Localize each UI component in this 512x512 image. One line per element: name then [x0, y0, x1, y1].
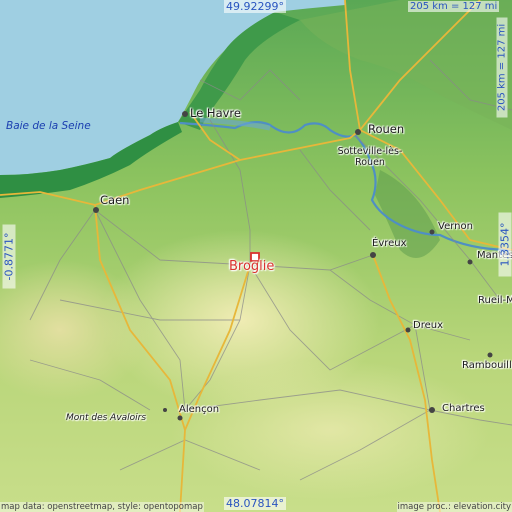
elevation-map[interactable]: Baie de la Seine Le Havre Rouen Sottevil…	[0, 0, 512, 512]
place-dreux[interactable]: Dreux	[413, 320, 443, 331]
sea-label: Baie de la Seine	[6, 120, 91, 132]
highlight-label[interactable]: Broglie	[229, 259, 274, 274]
credit-image-proc: image proc.: elevation.city	[396, 502, 512, 512]
place-mont-des-avaloirs[interactable]: Mont des Avaloirs	[66, 413, 146, 423]
place-vernon[interactable]: Vernon	[438, 221, 473, 232]
place-rouen[interactable]: Rouen	[368, 122, 404, 136]
coord-top: 49.92299°	[224, 0, 286, 13]
place-evreux[interactable]: Évreux	[372, 238, 407, 249]
credit-map-data: map data: openstreetmap, style: opentopo…	[0, 502, 204, 512]
coord-left: -0.8771°	[2, 224, 16, 289]
plateau-area-south	[170, 360, 490, 500]
place-caen[interactable]: Caen	[100, 193, 129, 207]
place-rambouillet[interactable]: Rambouill	[462, 360, 512, 371]
place-rueil[interactable]: Rueil-Ma	[478, 295, 512, 306]
scale-right: 205 km = 127 mi	[496, 17, 508, 118]
place-sotteville[interactable]: Sotteville-lès-Rouen	[328, 146, 412, 168]
place-chartres[interactable]: Chartres	[442, 403, 485, 414]
place-alencon[interactable]: Alençon	[179, 404, 219, 415]
coord-bottom: 48.07814°	[224, 497, 286, 510]
coord-right: 1.3354°	[498, 212, 512, 277]
place-le-havre[interactable]: Le Havre	[190, 106, 241, 120]
terrain-layer	[0, 0, 512, 512]
scale-top: 205 km = 127 mi	[408, 1, 500, 12]
